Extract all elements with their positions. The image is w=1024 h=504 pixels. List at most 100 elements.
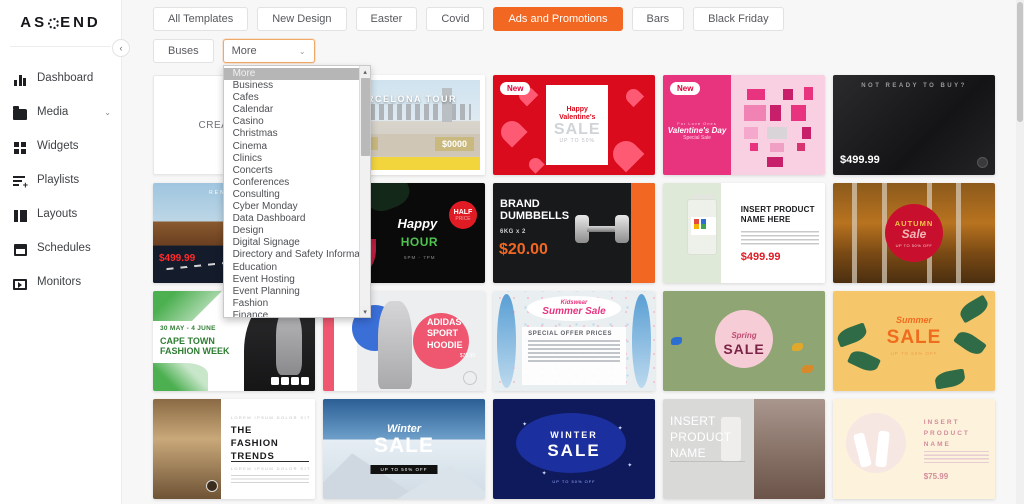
grid-icon	[12, 138, 28, 154]
filter-chip-bars[interactable]: Bars	[631, 7, 685, 31]
model-art	[378, 301, 413, 389]
card-line2: Valentine's Day	[667, 126, 727, 135]
card-text: INSERT PRODUCT NAME HERE	[741, 205, 815, 226]
dropdown-option[interactable]: Business	[224, 80, 370, 92]
grid-cell: LOREM IPSUM DOLOR SIT THE FASHION TRENDS…	[153, 399, 323, 504]
more-categories-select[interactable]: More ⌄	[222, 39, 315, 63]
dropdown-option[interactable]: Event Planning	[224, 286, 370, 298]
dropdown-option[interactable]: Consulting	[224, 189, 370, 201]
grid-cell: INSERT PRODUCT NAME	[663, 399, 833, 504]
body-copy-art	[740, 231, 819, 245]
dropdown-option[interactable]: Cinema	[224, 141, 370, 153]
dropdown-option[interactable]: Cafes	[224, 92, 370, 104]
grid-cell: BRAND DUMBBELLS 6KG x 2 $20.00	[493, 183, 663, 291]
sidebar-item-monitors[interactable]: Monitors	[0, 265, 121, 299]
dropdown-option[interactable]: Concerts	[224, 165, 370, 177]
template-card-winter-sale-blue[interactable]: ✦ ✦ ✦ ✦ WINTER SALE UP TO 50% OFF	[493, 399, 655, 499]
dropdown-option[interactable]: Education	[224, 262, 370, 274]
sidebar-item-playlists[interactable]: + Playlists	[0, 163, 121, 197]
template-card-not-ready-to-buy[interactable]: NOT READY TO BUY? $499.99	[833, 75, 995, 175]
page-scroll-thumb[interactable]	[1017, 2, 1023, 122]
dropdown-option[interactable]: Directory and Safety Information	[224, 249, 370, 261]
sidebar-item-dashboard[interactable]: Dashboard	[0, 61, 121, 95]
card-price: $20.00	[499, 241, 548, 258]
dumbbell-art	[575, 215, 630, 243]
thumbnail: Kidswear Summer Sale SPECIAL OFFER PRICE…	[493, 291, 655, 391]
filter-chip-covid[interactable]: Covid	[426, 7, 485, 31]
card-line3: 5PM - 7PM	[404, 255, 436, 260]
sidebar-item-layouts[interactable]: Layouts	[0, 197, 121, 231]
template-card-kidswear-summer-sale[interactable]: Kidswear Summer Sale SPECIAL OFFER PRICE…	[493, 291, 655, 391]
sidebar-item-media[interactable]: Media ⌄	[0, 95, 121, 129]
template-card-winter-sale-photo[interactable]: Winter SALE UP TO 50% OFF	[323, 399, 485, 499]
card-line2: DUMBBELLS	[500, 209, 570, 222]
dropdown-option[interactable]: Conferences	[224, 177, 370, 189]
card-line1: THE	[230, 425, 253, 436]
chevron-down-icon[interactable]: ⌄	[299, 47, 306, 56]
dropdown-option[interactable]: Event Hosting	[224, 274, 370, 286]
grid-cell: NOT READY TO BUY? $499.99	[833, 75, 1003, 183]
template-card-insert-product-name-cream[interactable]: INSERT PRODUCT NAME $75.99	[833, 399, 995, 499]
page-scrollbar[interactable]	[1016, 0, 1024, 504]
template-card-summer-sale[interactable]: Summer SALE UP TO 50% OFF	[833, 291, 995, 391]
dropdown-option[interactable]: Calendar	[224, 104, 370, 116]
grid-cell: New For Love Ones Valentine's Day Specia…	[663, 75, 833, 183]
dropdown-option[interactable]: Digital Signage	[224, 237, 370, 249]
template-card-spring-sale[interactable]: Spring SALE	[663, 291, 825, 391]
scroll-up-icon[interactable]: ▴	[359, 66, 370, 77]
sidebar-nav: Dashboard Media ⌄ Widgets + Playlists La…	[0, 47, 121, 299]
sidebar-item-label: Layouts	[37, 208, 78, 220]
dropdown-option[interactable]: Design	[224, 225, 370, 237]
dropdown-option[interactable]: Cyber Monday	[224, 201, 370, 213]
filter-chip-black-friday[interactable]: Black Friday	[693, 7, 784, 31]
filter-chip-buses[interactable]: Buses	[153, 39, 214, 63]
dropdown-option[interactable]: More	[223, 68, 370, 81]
dropdown-scroll-thumb[interactable]	[360, 78, 370, 156]
category-dropdown[interactable]: More Business Cafes Calendar Casino Chri…	[222, 65, 371, 318]
card-line2: NAME HERE	[740, 215, 791, 225]
card-line3: NAME	[923, 441, 951, 449]
scroll-down-icon[interactable]: ▾	[359, 306, 370, 317]
card-line1: BRAND	[500, 198, 540, 210]
dropdown-option[interactable]: Clinics	[224, 153, 370, 165]
brand-text-post: END	[60, 13, 101, 31]
card-line2: SPORT	[427, 328, 459, 339]
template-card-valentines-day-special-sale[interactable]: New For Love Ones Valentine's Day Specia…	[663, 75, 825, 175]
template-card-the-fashion-trends[interactable]: LOREM IPSUM DOLOR SIT THE FASHION TRENDS…	[153, 399, 315, 499]
dropdown-scrollbar[interactable]: ▴ ▾	[358, 66, 370, 317]
sidebar-item-label: Dashboard	[37, 72, 94, 84]
template-card-insert-product-name-grey[interactable]: INSERT PRODUCT NAME	[663, 399, 825, 499]
card-price: $499.99	[740, 251, 781, 263]
dropdown-option[interactable]: Christmas	[224, 128, 370, 140]
facebook-icon	[271, 377, 279, 385]
dropdown-option[interactable]: Fashion	[224, 298, 370, 310]
template-card-autumn-sale[interactable]: AUTUMN Sale UP TO 50% OFF	[833, 183, 995, 283]
youtube-icon	[301, 377, 309, 385]
template-card-brand-dumbbells[interactable]: BRAND DUMBBELLS 6KG x 2 $20.00	[493, 183, 655, 283]
card-line3: FASHION WEEK	[160, 346, 230, 357]
ascend-logo-icon	[48, 17, 60, 29]
sidebar-item-widgets[interactable]: Widgets	[0, 129, 121, 163]
template-card-insert-product-name-here[interactable]: INSERT PRODUCT NAME HERE $499.99	[663, 183, 825, 283]
photo-art	[753, 399, 825, 499]
thumbnail: Spring SALE	[663, 291, 825, 391]
card-line1: WINTER	[550, 430, 598, 440]
sidebar-collapse-button[interactable]: ‹	[112, 39, 130, 57]
brand-logo[interactable]: AS END	[0, 0, 121, 44]
offer-box: SPECIAL OFFER PRICES	[522, 327, 626, 385]
template-card-happy-valentines-sale[interactable]: New Happy Valentine's SALE UP TO 50%	[493, 75, 655, 175]
dropdown-option[interactable]: Casino	[224, 116, 370, 128]
card-line3: UP TO 50% OFF	[890, 351, 938, 356]
filter-chip-easter[interactable]: Easter	[355, 7, 418, 31]
body-copy-art	[923, 451, 989, 463]
chevron-down-icon[interactable]: ⌄	[104, 108, 111, 117]
filter-chip-new-design[interactable]: New Design	[257, 7, 347, 31]
card-line3: HOODIE	[427, 339, 463, 350]
dropdown-option[interactable]: Data Dashboard	[224, 213, 370, 225]
filter-chip-all-templates[interactable]: All Templates	[153, 7, 249, 31]
main-content: All Templates New Design Easter Covid Ad…	[122, 0, 1024, 504]
dropdown-option[interactable]: Finance	[224, 310, 370, 317]
title-badge: Kidswear Summer Sale	[527, 296, 621, 321]
sidebar-item-schedules[interactable]: Schedules	[0, 231, 121, 265]
filter-chip-ads-and-promotions[interactable]: Ads and Promotions	[493, 7, 623, 31]
